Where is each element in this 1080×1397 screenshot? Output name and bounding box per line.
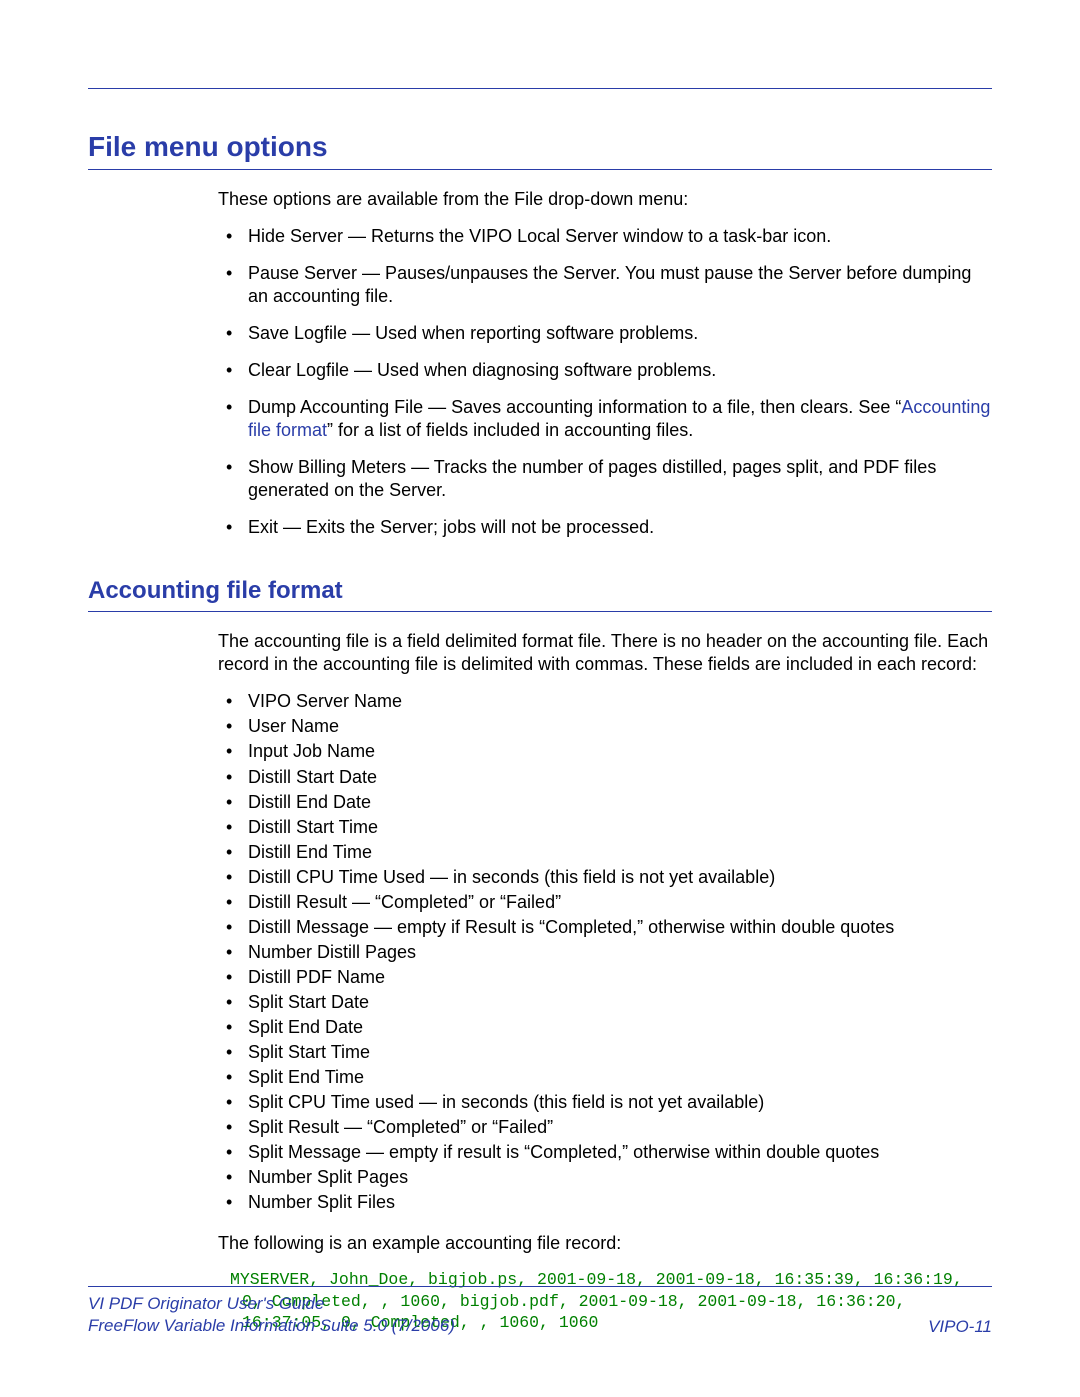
footer-suite: FreeFlow Variable Information Suite 5.0 … — [88, 1315, 455, 1337]
list-item-text: Split End Time — [248, 1067, 364, 1087]
section1-body: These options are available from the Fil… — [88, 188, 992, 539]
list-item: Number Split Files — [218, 1191, 992, 1214]
section2-intro: The accounting file is a field delimited… — [218, 630, 992, 676]
list-item-text: Distill PDF Name — [248, 967, 385, 987]
section-heading-file-menu: File menu options — [88, 131, 992, 170]
list-item-text: Distill Start Date — [248, 767, 377, 787]
list-item-text: Split Result — “Completed” or “Failed” — [248, 1117, 553, 1137]
list-item-text: Distill End Time — [248, 842, 372, 862]
list-item: Distill End Date — [218, 791, 992, 814]
list-item-text: Split End Date — [248, 1017, 363, 1037]
list-item-text: Number Split Files — [248, 1192, 395, 1212]
list-item-post: ” for a list of fields included in accou… — [327, 420, 693, 440]
list-item: Save Logfile — Used when reporting softw… — [218, 322, 992, 345]
list-item: User Name — [218, 715, 992, 738]
list-item-text: Distill Start Time — [248, 817, 378, 837]
document-page: File menu options These options are avai… — [0, 0, 1080, 1333]
example-intro: The following is an example accounting f… — [218, 1232, 992, 1255]
section2-body: The accounting file is a field delimited… — [88, 630, 992, 1333]
list-item: Clear Logfile — Used when diagnosing sof… — [218, 359, 992, 382]
list-item: Split Result — “Completed” or “Failed” — [218, 1116, 992, 1139]
list-item: Split Message — empty if result is “Comp… — [218, 1141, 992, 1164]
list-item: Split CPU Time used — in seconds (this f… — [218, 1091, 992, 1114]
list-item: Distill Message — empty if Result is “Co… — [218, 916, 992, 939]
list-item-text: Save Logfile — Used when reporting softw… — [248, 323, 698, 343]
list-item-text: User Name — [248, 716, 339, 736]
list-item: Dump Accounting File — Saves accounting … — [218, 396, 992, 442]
list-item: Number Distill Pages — [218, 941, 992, 964]
list-item-text: Clear Logfile — Used when diagnosing sof… — [248, 360, 716, 380]
section1-intro: These options are available from the Fil… — [218, 188, 992, 211]
list-item: Exit — Exits the Server; jobs will not b… — [218, 516, 992, 539]
footer-page-number: VIPO-11 — [928, 1317, 992, 1337]
list-item: Show Billing Meters — Tracks the number … — [218, 456, 992, 502]
list-item-text: Split Message — empty if result is “Comp… — [248, 1142, 879, 1162]
footer-guide-title: VI PDF Originator User's Guide — [88, 1293, 455, 1315]
list-item-text: Distill Message — empty if Result is “Co… — [248, 917, 894, 937]
list-item-text: Hide Server — Returns the VIPO Local Ser… — [248, 226, 831, 246]
list-item-text: Number Distill Pages — [248, 942, 416, 962]
list-item: Distill PDF Name — [218, 966, 992, 989]
list-item: Distill Result — “Completed” or “Failed” — [218, 891, 992, 914]
list-item: Hide Server — Returns the VIPO Local Ser… — [218, 225, 992, 248]
list-item: Split Start Time — [218, 1041, 992, 1064]
list-item-pre: Dump Accounting File — Saves accounting … — [248, 397, 901, 417]
list-item-text: VIPO Server Name — [248, 691, 402, 711]
list-item-text: Distill Result — “Completed” or “Failed” — [248, 892, 561, 912]
list-item-text: Exit — Exits the Server; jobs will not b… — [248, 517, 654, 537]
list-item-text: Show Billing Meters — Tracks the number … — [248, 457, 936, 500]
list-item: Number Split Pages — [218, 1166, 992, 1189]
list-item: Split Start Date — [218, 991, 992, 1014]
list-item: Distill End Time — [218, 841, 992, 864]
list-item-text: Split CPU Time used — in seconds (this f… — [248, 1092, 764, 1112]
list-item-text: Distill End Date — [248, 792, 371, 812]
list-item: VIPO Server Name — [218, 690, 992, 713]
accounting-fields-list: VIPO Server Name User Name Input Job Nam… — [218, 690, 992, 1214]
section-heading-accounting: Accounting file format — [88, 577, 992, 612]
list-item-text: Split Start Time — [248, 1042, 370, 1062]
list-item: Pause Server — Pauses/unpauses the Serve… — [218, 262, 992, 308]
page-footer: VI PDF Originator User's Guide FreeFlow … — [88, 1286, 992, 1337]
list-item-text: Split Start Date — [248, 992, 369, 1012]
list-item-text: Input Job Name — [248, 741, 375, 761]
list-item: Split End Date — [218, 1016, 992, 1039]
list-item: Distill Start Date — [218, 766, 992, 789]
list-item: Split End Time — [218, 1066, 992, 1089]
top-rule — [88, 88, 992, 89]
list-item: Distill CPU Time Used — in seconds (this… — [218, 866, 992, 889]
list-item: Input Job Name — [218, 740, 992, 763]
list-item-text: Pause Server — Pauses/unpauses the Serve… — [248, 263, 971, 306]
list-item: Distill Start Time — [218, 816, 992, 839]
file-menu-list: Hide Server — Returns the VIPO Local Ser… — [218, 225, 992, 539]
list-item-text: Number Split Pages — [248, 1167, 408, 1187]
list-item-text: Distill CPU Time Used — in seconds (this… — [248, 867, 775, 887]
footer-left: VI PDF Originator User's Guide FreeFlow … — [88, 1293, 455, 1337]
